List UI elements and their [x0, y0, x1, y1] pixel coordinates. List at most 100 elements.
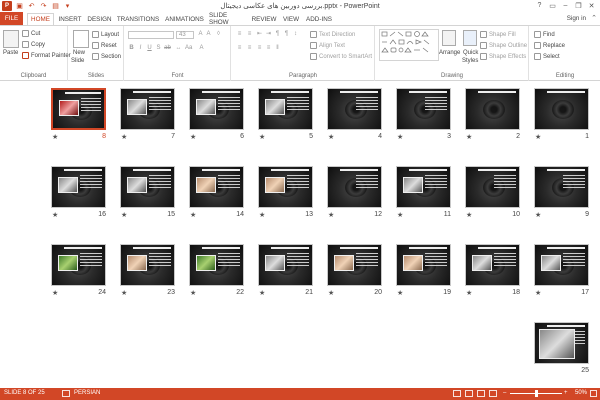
shrink-font-icon[interactable]: A [205, 31, 212, 38]
transition-star-icon[interactable]: ★ [52, 211, 58, 219]
transition-star-icon[interactable]: ★ [259, 133, 265, 141]
slide-thumbnail[interactable] [465, 166, 520, 208]
paste-icon[interactable] [3, 30, 19, 48]
justify-icon[interactable]: ≡ [265, 45, 272, 52]
transition-star-icon[interactable]: ★ [535, 289, 541, 297]
transition-star-icon[interactable]: ★ [121, 211, 127, 219]
align-text-button[interactable]: Align Text [310, 42, 345, 49]
language-indicator[interactable]: PERSIAN [74, 390, 100, 396]
slide-thumbnail[interactable] [51, 244, 106, 286]
slide-thumbnail[interactable] [534, 88, 589, 130]
transition-star-icon[interactable]: ★ [397, 211, 403, 219]
tab-slide-show[interactable]: SLIDE SHOW [209, 12, 247, 26]
new-slide-button[interactable]: New [73, 50, 85, 56]
strikethrough-icon[interactable]: ab [164, 45, 171, 52]
slide-thumbnail[interactable] [534, 166, 589, 208]
slide-thumbnail[interactable] [327, 166, 382, 208]
rtl-icon[interactable]: ¶ [283, 31, 290, 38]
slide-thumbnail[interactable] [465, 244, 520, 286]
transition-star-icon[interactable]: ★ [328, 211, 334, 219]
slide-thumbnail[interactable] [51, 88, 106, 130]
minimize-icon[interactable]: – [559, 0, 572, 11]
chevron-up-icon[interactable]: ⌃ [591, 14, 597, 22]
quick-styles-icon[interactable] [463, 30, 477, 46]
quick-styles-button[interactable]: Quick [463, 50, 478, 56]
zoom-in-button[interactable]: + [564, 390, 568, 396]
columns-icon[interactable]: ‖ [274, 45, 281, 52]
slide-thumbnail[interactable] [327, 88, 382, 130]
transition-star-icon[interactable]: ★ [397, 289, 403, 297]
increase-indent-icon[interactable]: ⇥ [265, 31, 272, 38]
slide-thumbnail[interactable] [258, 166, 313, 208]
shape-outline-button[interactable]: Shape Outline [480, 42, 527, 49]
transition-star-icon[interactable]: ★ [259, 211, 265, 219]
transition-star-icon[interactable]: ★ [397, 133, 403, 141]
slide-thumbnail[interactable] [396, 88, 451, 130]
shape-effects-button[interactable]: Shape Effects [480, 53, 526, 60]
slide-thumbnail[interactable] [189, 166, 244, 208]
align-center-icon[interactable]: ≡ [246, 45, 253, 52]
italic-icon[interactable]: I [137, 45, 144, 52]
slide-sorter-view-icon[interactable] [465, 390, 473, 397]
slide-thumbnail[interactable] [120, 244, 175, 286]
convert-smartart-button[interactable]: Convert to SmartArt [310, 53, 372, 60]
align-right-icon[interactable]: ≡ [256, 45, 263, 52]
font-size-field[interactable]: 43 [176, 31, 194, 39]
transition-star-icon[interactable]: ★ [121, 289, 127, 297]
transition-star-icon[interactable]: ★ [259, 289, 265, 297]
line-spacing-icon[interactable]: ↕ [292, 31, 299, 38]
select-button[interactable]: Select [534, 53, 560, 60]
arrange-button[interactable]: Arrange [439, 50, 460, 56]
slide-thumbnail[interactable] [189, 244, 244, 286]
reading-view-icon[interactable] [477, 390, 485, 397]
fit-to-window-icon[interactable] [590, 390, 597, 397]
tab-transitions[interactable]: TRANSITIONS [116, 13, 160, 25]
transition-star-icon[interactable]: ★ [52, 289, 58, 297]
tab-design[interactable]: DESIGN [86, 13, 113, 25]
transition-star-icon[interactable]: ★ [121, 133, 127, 141]
tab-animations[interactable]: ANIMATIONS [163, 13, 206, 25]
spelling-icon[interactable] [62, 390, 70, 397]
numbering-icon[interactable]: ≡ [246, 31, 253, 38]
slide-thumbnail[interactable] [258, 88, 313, 130]
shape-fill-button[interactable]: Shape Fill [480, 31, 516, 38]
format-painter-button[interactable]: Format Painter [22, 52, 71, 59]
align-left-icon[interactable]: ≡ [236, 45, 243, 52]
shapes-gallery[interactable] [379, 29, 439, 61]
restore-icon[interactable]: ❐ [572, 0, 585, 11]
reset-button[interactable]: Reset [92, 42, 117, 49]
slide-thumbnail[interactable] [396, 244, 451, 286]
transition-star-icon[interactable]: ★ [466, 133, 472, 141]
ltr-icon[interactable]: ¶ [274, 31, 281, 38]
underline-icon[interactable]: U [146, 45, 153, 52]
transition-star-icon[interactable]: ★ [190, 289, 196, 297]
transition-star-icon[interactable]: ★ [52, 133, 58, 141]
help-icon[interactable]: ? [533, 0, 546, 11]
transition-star-icon[interactable]: ★ [535, 133, 541, 141]
slide-thumbnail[interactable] [534, 322, 589, 364]
slide-thumbnail[interactable] [120, 88, 175, 130]
slide-thumbnail[interactable] [396, 166, 451, 208]
tab-file[interactable]: FILE [0, 12, 23, 25]
slide-thumbnail[interactable] [327, 244, 382, 286]
slide-thumbnail[interactable] [51, 166, 106, 208]
bullets-icon[interactable]: ≡ [236, 31, 243, 38]
bold-icon[interactable]: B [128, 45, 135, 52]
normal-view-icon[interactable] [453, 390, 461, 397]
arrange-icon[interactable] [442, 30, 456, 46]
ribbon-display-icon[interactable]: ▭ [546, 0, 559, 11]
grow-font-icon[interactable]: A [197, 31, 204, 38]
tab-view[interactable]: VIEW [281, 13, 301, 25]
transition-star-icon[interactable]: ★ [190, 211, 196, 219]
transition-star-icon[interactable]: ★ [328, 289, 334, 297]
transition-star-icon[interactable]: ★ [466, 211, 472, 219]
transition-star-icon[interactable]: ★ [535, 211, 541, 219]
zoom-out-button[interactable]: – [503, 390, 506, 396]
decrease-indent-icon[interactable]: ⇤ [256, 31, 263, 38]
transition-star-icon[interactable]: ★ [190, 133, 196, 141]
clear-formatting-icon[interactable]: ◊ [215, 31, 222, 38]
transition-star-icon[interactable]: ★ [466, 289, 472, 297]
slide-thumbnail[interactable] [465, 88, 520, 130]
tab-add-ins[interactable]: ADD-INS [304, 13, 334, 25]
sign-in-link[interactable]: Sign in [567, 15, 586, 22]
